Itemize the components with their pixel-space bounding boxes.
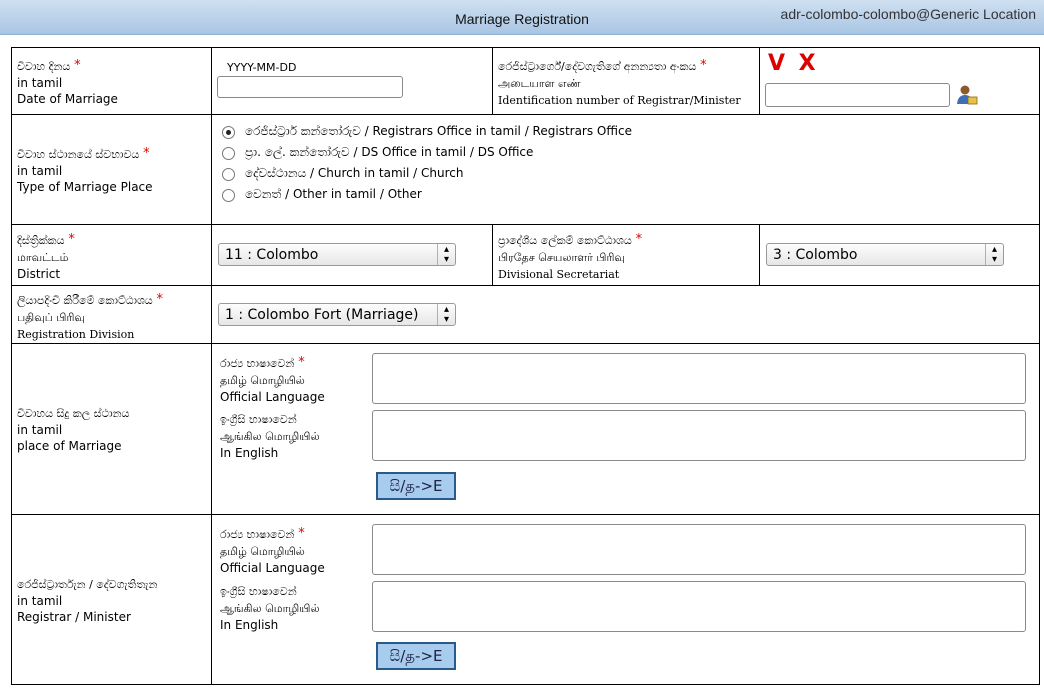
- district-label-cell: දිස්ත්‍රික්කය * மாவட்டம் District: [11, 224, 212, 286]
- district-label-en: District: [17, 267, 61, 281]
- district-label-si: දිස්ත්‍රික්කය: [17, 234, 65, 247]
- registrar-official-en: Official Language: [220, 561, 325, 575]
- place-label-si: විවාහය සිදු කල ස්ථානය: [17, 407, 130, 420]
- registration-division-label-en: Registration Division: [17, 328, 135, 341]
- date-input-cell: YYYY-MM-DD: [211, 47, 493, 115]
- registrar-minister-label-ta: in tamil: [17, 594, 63, 608]
- date-label-si: විවාහ දිනය: [17, 60, 71, 73]
- user-location: adr-colombo-colombo@Generic Location: [780, 6, 1036, 22]
- vx-indicator: V X: [768, 51, 819, 76]
- registration-division-select-cell: 1 : Colombo Fort (Marriage) ▴ ▾: [211, 285, 1040, 344]
- ds-division-label-ta: பிரதேச செயலாளர் பிரிவு: [498, 251, 625, 264]
- date-label-en: Date of Marriage: [17, 92, 118, 106]
- registrar-minister-label-si: රෙජිස්ට්‍රාර්තැන / දේවගැතිතැන: [17, 578, 158, 591]
- place-english-en: In English: [220, 446, 279, 460]
- ds-division-label-cell: ප්‍රාදේශීය ලේකම් කොට්ඨාශය * பிரதேச செயலா…: [492, 224, 760, 286]
- registration-division-label-ta: பதிவுப் பிரிவு: [17, 311, 85, 324]
- registrar-english-si: ඉංග්‍රීසි භාෂාවෙන්: [220, 585, 297, 598]
- place-type-label-ta: in tamil: [17, 164, 63, 178]
- date-of-marriage-input[interactable]: [217, 76, 403, 98]
- registrar-id-label-en: Identification number of Registrar/Minis…: [498, 94, 741, 107]
- radio-icon[interactable]: [222, 189, 235, 202]
- person-lookup-icon[interactable]: [956, 84, 978, 106]
- registrar-id-input[interactable]: [765, 83, 950, 107]
- required-marker: *: [74, 58, 81, 73]
- registrar-official-si: රාජ්‍ය භාෂාවෙන්: [220, 528, 295, 541]
- radio-label: රෙජිස්ට්‍රාර් කන්තෝරුව / Registrars Offi…: [245, 124, 632, 138]
- radio-icon[interactable]: [222, 168, 235, 181]
- radio-label: වෙනත් / Other in tamil / Other: [245, 187, 422, 201]
- place-official-en: Official Language: [220, 390, 325, 404]
- registration-division-selected-value: 1 : Colombo Fort (Marriage): [225, 307, 419, 323]
- registrar-id-label-si: රෙජිස්ට්‍රාර්ගේ/දේවගැතිගේ අනන්‍යතා අංකය: [498, 60, 697, 73]
- registration-division-select[interactable]: 1 : Colombo Fort (Marriage) ▴ ▾: [218, 303, 456, 326]
- place-type-label-si: විවාහ ස්ථානයේ ස්වභාවය: [17, 148, 140, 161]
- radio-label: ප්‍රා. ලේ. කන්තෝරුව / DS Office in tamil…: [245, 145, 534, 159]
- place-official-textarea[interactable]: [372, 353, 1026, 404]
- radio-icon[interactable]: [222, 147, 235, 160]
- registrar-official-textarea[interactable]: [372, 524, 1026, 575]
- required-marker: *: [68, 232, 75, 247]
- required-marker: *: [635, 232, 643, 247]
- required-marker: *: [298, 355, 305, 370]
- required-marker: *: [298, 526, 305, 541]
- ds-division-select[interactable]: 3 : Colombo ▴ ▾: [766, 243, 1004, 266]
- ds-division-label-si: ප්‍රාදේශීය ලේකම් කොට්ඨාශය: [498, 234, 632, 247]
- dropdown-arrow-icon: ▴ ▾: [985, 244, 1003, 265]
- registrar-official-ta: தமிழ் மொழியில்: [220, 545, 305, 558]
- registrar-english-en: In English: [220, 618, 279, 632]
- place-english-ta: ஆங்கில மொழியில்: [220, 430, 320, 443]
- district-selected-value: 11 : Colombo: [225, 247, 319, 263]
- place-of-marriage-input-cell: රාජ්‍ය භාෂාවෙන් * தமிழ் மொழியில் Officia…: [211, 343, 1040, 515]
- place-label-ta: in tamil: [17, 423, 63, 437]
- place-transliterate-button[interactable]: සි/த->E: [376, 472, 456, 500]
- district-label-ta: மாவட்டம்: [17, 251, 69, 264]
- ds-division-label-en: Divisional Secretariat: [498, 268, 620, 281]
- place-english-textarea[interactable]: [372, 410, 1026, 461]
- place-type-label-en: Type of Marriage Place: [17, 180, 153, 194]
- required-marker: *: [700, 58, 707, 73]
- place-official-si: රාජ්‍ය භාෂාවෙන්: [220, 357, 295, 370]
- place-label-en: place of Marriage: [17, 439, 122, 453]
- place-type-label-cell: විවාහ ස්ථානයේ ස්වභාවය * in tamil Type of…: [11, 114, 212, 225]
- required-marker: *: [156, 292, 164, 307]
- radio-icon[interactable]: [222, 126, 235, 139]
- ds-division-select-cell: 3 : Colombo ▴ ▾: [759, 224, 1040, 286]
- date-label-ta: in tamil: [17, 76, 63, 90]
- district-select-cell: 11 : Colombo ▴ ▾: [211, 224, 493, 286]
- district-select[interactable]: 11 : Colombo ▴ ▾: [218, 243, 456, 266]
- registrar-english-textarea[interactable]: [372, 581, 1026, 632]
- registrar-minister-input-cell: රාජ්‍ය භාෂාවෙන් * தமிழ் மொழியில் Officia…: [211, 514, 1040, 685]
- registration-division-label-cell: ලියාපදිංචි කිරීමේ කොට්ඨාශය * பதிவுப் பிர…: [11, 285, 212, 344]
- header-bar: Marriage Registration adr-colombo-colomb…: [0, 0, 1044, 35]
- registration-division-label-si: ලියාපදිංචි කිරීමේ කොට්ඨාශය: [17, 294, 153, 307]
- registrar-english-ta: ஆங்கில மொழியில்: [220, 602, 320, 615]
- date-label-cell: විවාහ දිනය * in tamil Date of Marriage: [11, 47, 212, 115]
- place-official-ta: தமிழ் மொழியில்: [220, 374, 305, 387]
- registrar-id-label-cell: රෙජිස්ට්‍රාර්ගේ/දේවගැතිගේ අනන්‍යතා අංකය …: [492, 47, 760, 115]
- registrar-transliterate-button[interactable]: සි/த->E: [376, 642, 456, 670]
- registrar-id-label-ta: அடையாள எண்: [498, 77, 581, 90]
- dropdown-arrow-icon: ▴ ▾: [437, 304, 455, 325]
- required-marker: *: [143, 146, 150, 161]
- registrar-id-input-cell: V X: [759, 47, 1040, 115]
- place-of-marriage-label-cell: විවාහය සිදු කල ස්ථානය in tamil place of …: [11, 343, 212, 515]
- dropdown-arrow-icon: ▴ ▾: [437, 244, 455, 265]
- ds-division-selected-value: 3 : Colombo: [773, 247, 858, 263]
- date-format-hint: YYYY-MM-DD: [227, 61, 297, 74]
- registrar-minister-label-en: Registrar / Minister: [17, 610, 131, 624]
- registrar-minister-label-cell: රෙජිස්ට්‍රාර්තැන / දේවගැතිතැන in tamil R…: [11, 514, 212, 685]
- place-english-si: ඉංග්‍රීසි භාෂාවෙන්: [220, 413, 297, 426]
- radio-label: දේවස්ථානය / Church in tamil / Church: [245, 166, 464, 180]
